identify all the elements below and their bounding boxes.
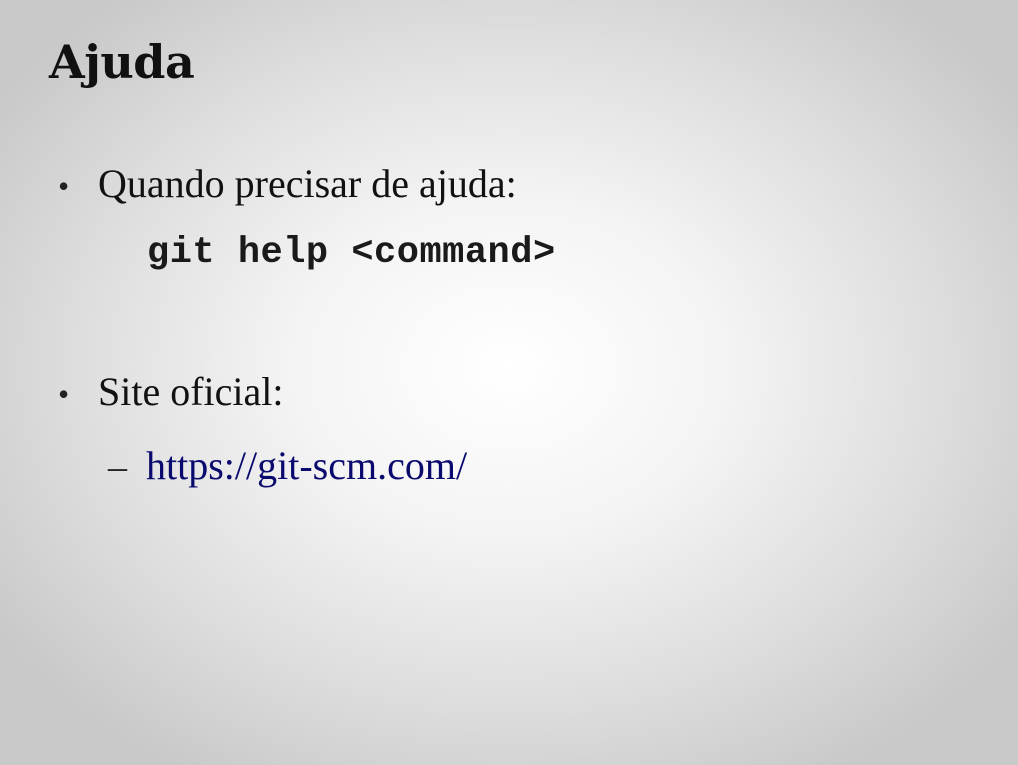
bullet-item-help: • Quando precisar de ajuda: bbox=[58, 160, 517, 207]
bullet-text: Quando precisar de ajuda: bbox=[98, 161, 517, 206]
slide-title: Ajuda bbox=[49, 35, 195, 89]
official-site-link[interactable]: https://git-scm.com/ bbox=[146, 442, 467, 489]
slide: Ajuda • Quando precisar de ajuda: git he… bbox=[0, 0, 1018, 765]
code-command: git help <command> bbox=[147, 232, 556, 274]
sub-item-official-site: – https://git-scm.com/ bbox=[108, 442, 467, 489]
bullet-marker: • bbox=[58, 168, 70, 204]
bullet-marker: • bbox=[58, 376, 70, 412]
bullet-item-site: • Site oficial: bbox=[58, 368, 284, 415]
bullet-text: Site oficial: bbox=[98, 369, 284, 414]
dash-marker: – bbox=[108, 446, 127, 488]
